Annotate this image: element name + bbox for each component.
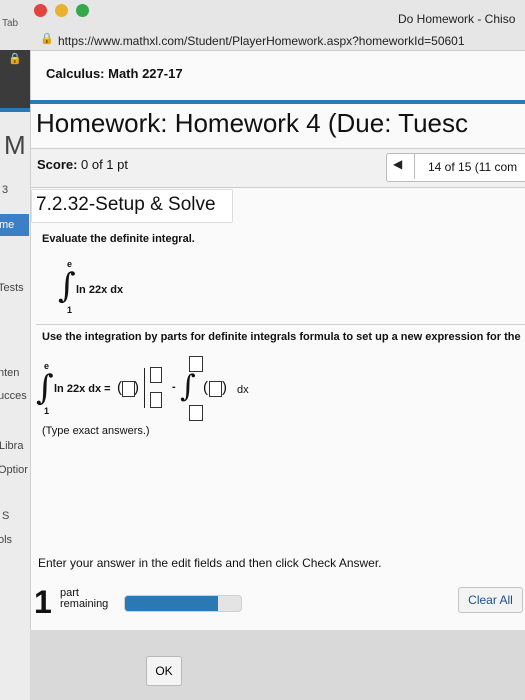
minus-sign: -: [172, 381, 176, 393]
sidebar-item-home[interactable]: me: [0, 214, 29, 236]
sidebar-item-content[interactable]: nten: [0, 367, 19, 379]
sidebar-item-3[interactable]: 3: [2, 184, 8, 196]
sidebar-item-options[interactable]: Optior: [0, 464, 28, 476]
browser-tab-label[interactable]: Tab: [2, 18, 18, 29]
left-paren-2: (: [203, 379, 208, 396]
sidebar-item-tests[interactable]: Tests: [0, 282, 24, 294]
sidebar-item-label: me: [0, 219, 15, 231]
evaluation-upper-input[interactable]: [150, 367, 162, 383]
sidebar-item-tools[interactable]: ols: [0, 534, 12, 546]
close-window-icon[interactable]: [34, 4, 47, 17]
parts-remaining-label: part remaining: [60, 588, 108, 610]
parts-remaining-count: 1: [34, 584, 52, 620]
sidebar-lock-icon: 🔒: [8, 53, 22, 65]
dx-label: dx: [237, 384, 249, 396]
integral-lower-limit: 1: [67, 305, 73, 315]
question-instruction: Evaluate the definite integral.: [42, 233, 195, 245]
right-paren: ): [134, 379, 139, 396]
page-title: Homework: Homework 4 (Due: Tuesc: [36, 108, 469, 138]
lock-icon: 🔒: [40, 33, 54, 45]
previous-question-icon[interactable]: ◀: [393, 157, 402, 171]
setup-integral-sign-icon: ∫: [36, 368, 54, 408]
course-title: Calculus: Math 227-17: [46, 66, 183, 81]
evaluation-bar: [144, 368, 145, 408]
navigator-divider: [414, 154, 415, 179]
clear-all-button[interactable]: Clear All: [458, 587, 523, 613]
parts-label-line2: remaining: [60, 598, 109, 610]
second-integral-sign-icon: ∫: [180, 369, 196, 404]
zoom-window-icon[interactable]: [76, 4, 89, 17]
minimize-window-icon[interactable]: [55, 4, 68, 17]
progress-fill: [125, 596, 218, 611]
evaluation-lower-input[interactable]: [150, 392, 162, 408]
sidebar-item-success[interactable]: ucces: [0, 390, 27, 402]
section-divider: [36, 324, 525, 325]
sidebar-item-library[interactable]: Libra: [0, 440, 23, 452]
footer-instruction: Enter your answer in the edit fields and…: [38, 556, 382, 570]
score-label: Score:: [37, 157, 78, 172]
vdu-input[interactable]: [209, 381, 222, 397]
sidebar-item-s[interactable]: S: [2, 510, 9, 522]
right-paren-2: ): [222, 379, 227, 396]
integral-lower-input[interactable]: [189, 405, 203, 421]
progress-bar: [124, 595, 242, 612]
bottom-panel: [30, 630, 525, 700]
question-position-select[interactable]: 14 of 15 (11 com: [428, 160, 517, 174]
sidebar-item-logo[interactable]: M: [4, 130, 26, 161]
sidebar-accent-bar: [0, 108, 30, 112]
setup-instruction: Use the integration by parts for definit…: [42, 331, 521, 343]
answer-hint: (Type exact answers.): [42, 425, 150, 437]
score-value: 0 of 1 pt: [81, 157, 128, 172]
window-title: Do Homework - Chiso: [398, 12, 516, 26]
integrand: ln 22x dx: [76, 284, 124, 296]
integral-sign-icon: ∫: [58, 266, 76, 306]
ok-button[interactable]: OK: [146, 656, 182, 686]
setup-lhs: ln 22x dx =: [54, 383, 111, 395]
address-bar[interactable]: https://www.mathxl.com/Student/PlayerHom…: [58, 34, 465, 48]
header-divider: [30, 100, 525, 104]
setup-lower-limit: 1: [44, 406, 50, 416]
problem-id: 7.2.32-Setup & Solve: [36, 194, 216, 215]
